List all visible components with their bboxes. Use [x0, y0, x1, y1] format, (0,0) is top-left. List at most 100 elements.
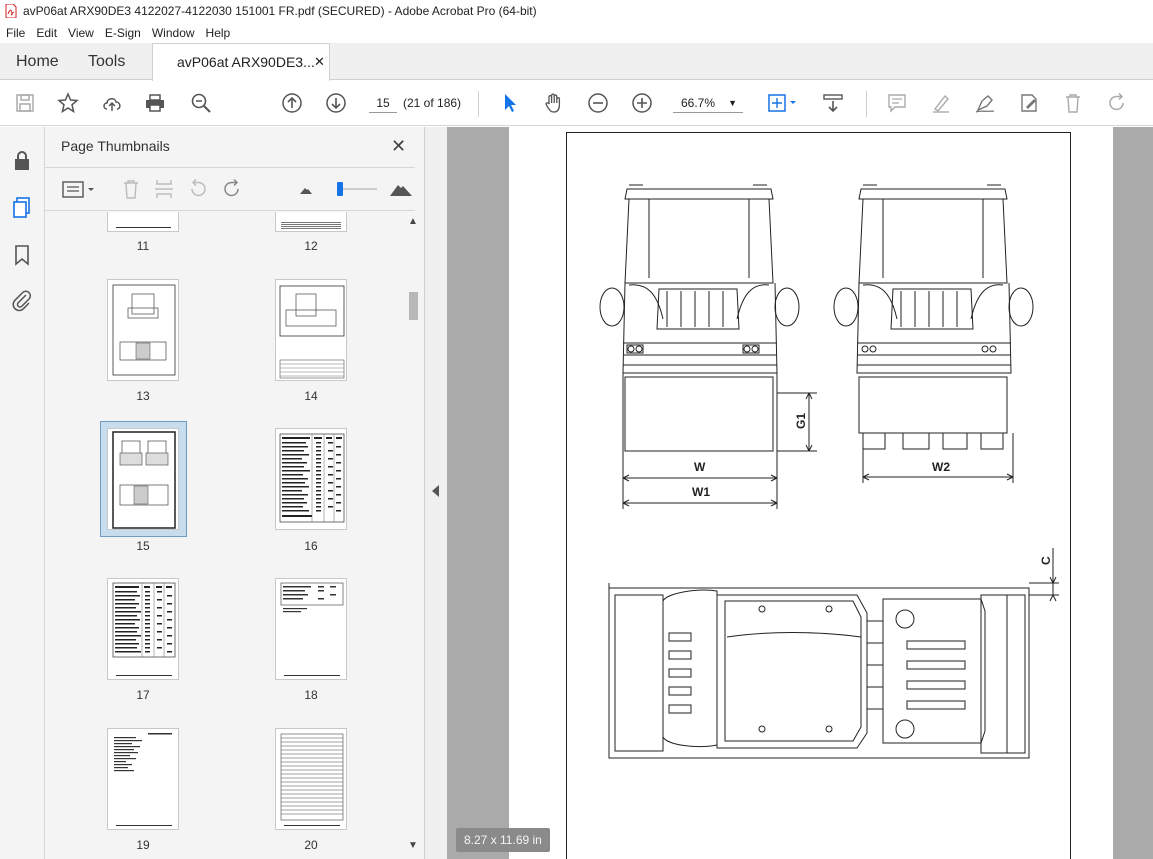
- previous-page-icon[interactable]: [281, 92, 303, 114]
- thumbnail-page[interactable]: [107, 212, 179, 232]
- toolbar-divider: [478, 91, 479, 117]
- pdf-app-icon: [5, 4, 17, 18]
- dimension-label-w2: W2: [932, 460, 950, 474]
- menu-esign[interactable]: E-Sign: [99, 26, 146, 40]
- menu-edit[interactable]: Edit: [30, 26, 62, 40]
- thumbnail-label: 19: [136, 838, 150, 852]
- thumbnail-label: 18: [304, 688, 318, 702]
- thumbnail-list: 11 12 13 14 15 16 17 18 19 20: [45, 212, 405, 859]
- thumbnail-page[interactable]: [107, 578, 179, 680]
- tab-bar: Home Tools avP06at ARX90DE3... ✕: [0, 43, 1153, 81]
- upload-cloud-icon[interactable]: [101, 92, 123, 114]
- thumbnail-page[interactable]: [275, 428, 347, 530]
- window-title: avP06at ARX90DE3 4122027-4122030 151001 …: [23, 4, 537, 18]
- hand-tool-icon[interactable]: [543, 92, 565, 114]
- sign-pen-icon[interactable]: [974, 92, 996, 114]
- zoom-level-select[interactable]: 66.7% ▼: [673, 93, 743, 113]
- toolbar-divider: [866, 91, 867, 117]
- thumbnail-options-icon[interactable]: [61, 178, 97, 200]
- zoom-out-icon[interactable]: [587, 92, 609, 114]
- title-bar: avP06at ARX90DE3 4122027-4122030 151001 …: [0, 0, 1153, 22]
- main-toolbar: 15 (21 of 186) 66.7% ▼: [0, 81, 1153, 126]
- page-count: (21 of 186): [403, 96, 462, 110]
- tab-document-label: avP06at ARX90DE3...: [177, 54, 315, 70]
- scroll-up-arrow-icon[interactable]: ▲: [408, 216, 418, 227]
- thumbnail-size-slider-handle[interactable]: [337, 182, 343, 196]
- print-icon[interactable]: [144, 92, 166, 114]
- thumbnail-page[interactable]: [275, 728, 347, 830]
- scroll-mode-icon[interactable]: [822, 92, 844, 114]
- front-view-left: [599, 184, 817, 509]
- dimension-label-g1: G1: [794, 413, 808, 429]
- thumbnail-label: 15: [136, 539, 150, 553]
- document-view[interactable]: W W1 W2 G1 C: [447, 127, 1153, 859]
- panel-toolbar: [45, 167, 415, 211]
- menu-help[interactable]: Help: [200, 26, 236, 40]
- thumbnail-scrollbar[interactable]: ▲ ▼: [406, 212, 420, 859]
- dimension-label-w1: W1: [692, 485, 710, 499]
- thumbnail-label: 16: [304, 539, 318, 553]
- menu-bar: File Edit View E-Sign Window Help: [0, 22, 1153, 43]
- thumbnail-label: 11: [136, 239, 150, 253]
- menu-file[interactable]: File: [0, 26, 30, 40]
- highlight-pen-icon[interactable]: [930, 92, 952, 114]
- tab-document[interactable]: avP06at ARX90DE3... ✕: [152, 43, 330, 81]
- collapse-panel-arrow-icon[interactable]: [432, 485, 439, 497]
- thumbnail-label: 20: [304, 838, 318, 852]
- rotate-left-icon[interactable]: [187, 178, 209, 200]
- machine-dimension-drawing: W W1 W2 G1 C: [599, 184, 1059, 759]
- menu-window[interactable]: Window: [146, 26, 200, 40]
- top-view: [608, 548, 1059, 759]
- panel-splitter[interactable]: [425, 127, 447, 859]
- thumbnail-label: 12: [304, 239, 318, 253]
- chevron-down-icon: ▼: [728, 98, 737, 108]
- zoom-in-icon[interactable]: [631, 92, 653, 114]
- dimension-label-w: W: [694, 460, 706, 474]
- large-thumbnail-mountain-icon[interactable]: [389, 178, 413, 200]
- thumbnail-label: 17: [136, 688, 150, 702]
- tab-home[interactable]: Home: [16, 43, 59, 80]
- thumbnail-page[interactable]: [107, 728, 179, 830]
- thumbnail-page-selected[interactable]: [107, 428, 179, 530]
- thumbnail-size-slider[interactable]: [337, 188, 377, 190]
- page-size-indicator: 8.27 x 11.69 in: [456, 828, 550, 852]
- panel-close-icon[interactable]: ✕: [391, 136, 406, 157]
- zoom-level-value: 66.7%: [681, 96, 716, 110]
- attachments-paperclip-icon[interactable]: [10, 288, 34, 312]
- edit-pdf-icon[interactable]: [1018, 92, 1040, 114]
- thumbnail-page[interactable]: [275, 578, 347, 680]
- panel-title: Page Thumbnails: [61, 138, 170, 154]
- fit-page-icon[interactable]: [766, 92, 800, 114]
- rotate-right-icon[interactable]: [221, 178, 243, 200]
- thumbnail-page[interactable]: [107, 279, 179, 381]
- small-thumbnail-mountain-icon[interactable]: [297, 178, 315, 200]
- thumbnail-page[interactable]: [275, 279, 347, 381]
- select-cursor-icon[interactable]: [499, 92, 521, 114]
- drawing-frame: W W1 W2 G1 C: [566, 132, 1071, 859]
- comment-icon[interactable]: [886, 92, 908, 114]
- thumbnail-label: 13: [136, 389, 150, 403]
- thumbnail-delete-icon[interactable]: [120, 178, 142, 200]
- next-page-icon[interactable]: [325, 92, 347, 114]
- left-navigation-rail: [0, 127, 45, 859]
- bookmarks-icon[interactable]: [10, 243, 34, 267]
- page-thumbnails-panel: Page Thumbnails ✕ 11 12 13 14 15 16 17 1…: [45, 127, 425, 859]
- tab-close-icon[interactable]: ✕: [314, 44, 325, 80]
- bookmark-star-icon[interactable]: [57, 92, 79, 114]
- thumbnail-extract-icon[interactable]: [153, 178, 175, 200]
- front-view-right: [833, 184, 1034, 483]
- dimension-label-c: C: [1039, 556, 1053, 565]
- delete-trash-icon[interactable]: [1062, 92, 1084, 114]
- page-number-input[interactable]: 15: [369, 93, 397, 113]
- scroll-down-arrow-icon[interactable]: ▼: [408, 840, 418, 851]
- tab-tools[interactable]: Tools: [88, 43, 125, 80]
- redo-icon[interactable]: [1106, 92, 1128, 114]
- zoom-search-icon[interactable]: [190, 92, 212, 114]
- menu-view[interactable]: View: [62, 26, 99, 40]
- thumbnail-page[interactable]: [275, 212, 347, 232]
- save-icon[interactable]: [14, 92, 36, 114]
- lock-icon[interactable]: [10, 149, 34, 173]
- scrollbar-thumb[interactable]: [409, 292, 418, 320]
- page-thumbnails-icon[interactable]: [10, 195, 34, 219]
- thumbnail-label: 14: [304, 389, 318, 403]
